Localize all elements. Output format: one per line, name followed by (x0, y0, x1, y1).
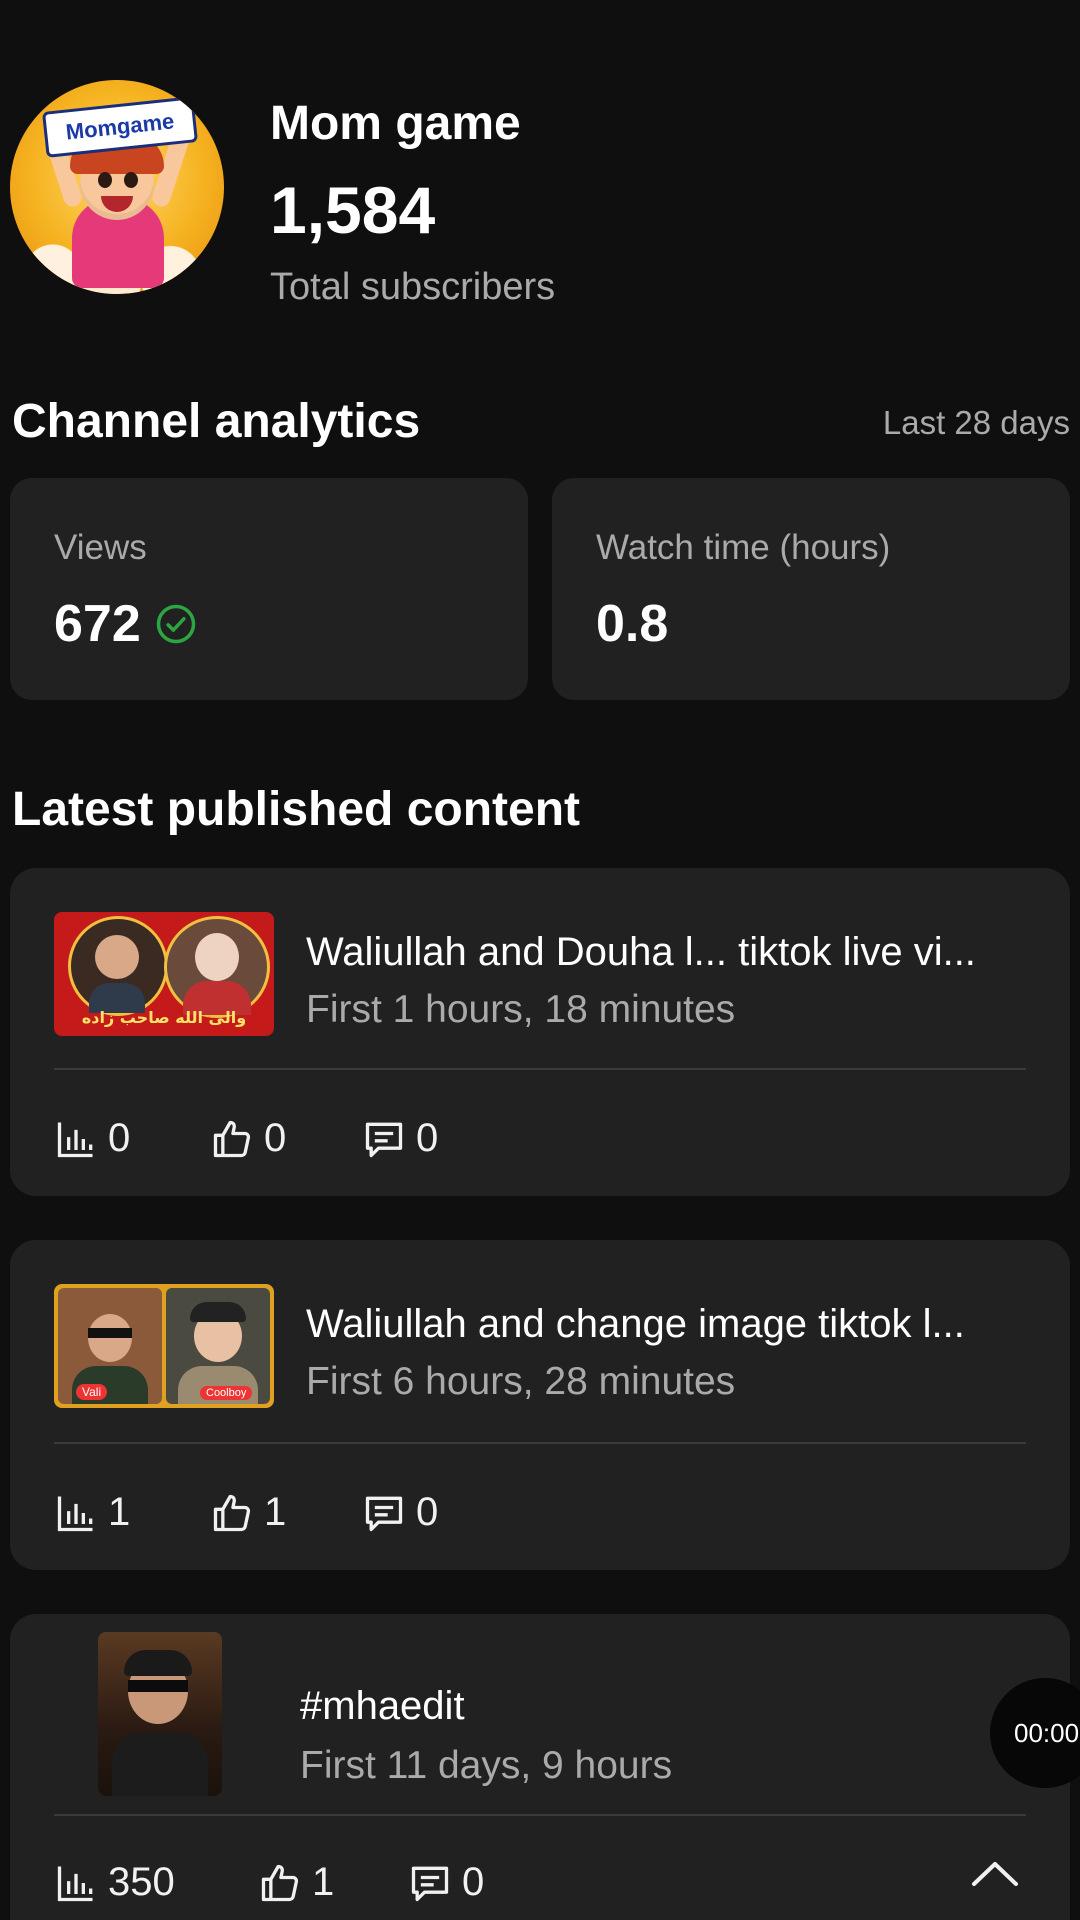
comments-count: 0 (416, 1490, 439, 1534)
comments-metric: 0 (408, 1860, 484, 1905)
watch-time-value-row: 0.8 (596, 594, 668, 654)
views-metric: 1 (54, 1490, 130, 1535)
likes-metric: 1 (210, 1490, 286, 1535)
content-item[interactable]: #mhaedit First 11 days, 9 hours 350 1 0 (10, 1614, 1070, 1920)
thumbs-up-icon (261, 1864, 299, 1901)
watch-time-card[interactable]: Watch time (hours) 0.8 (552, 478, 1070, 700)
thumb-hair (190, 1302, 246, 1322)
comments-count: 0 (462, 1860, 485, 1904)
check-circle-icon (156, 604, 196, 644)
thumb-panel-left: Vali (58, 1288, 162, 1404)
divider (54, 1442, 1026, 1444)
likes-count: 1 (264, 1490, 287, 1534)
likes-metric: 0 (210, 1116, 286, 1161)
views-value: 672 (54, 595, 141, 653)
video-meta: First 1 hours, 18 minutes (306, 988, 736, 1031)
thumb-hair (124, 1650, 192, 1676)
video-meta: First 6 hours, 28 minutes (306, 1360, 736, 1403)
thumb-person-right (164, 916, 270, 1018)
thumb-panel-right: Coolboy (166, 1288, 270, 1404)
bar-chart-icon (57, 1496, 93, 1531)
avatar-eye (98, 172, 112, 188)
comment-icon (411, 1866, 449, 1901)
time-overlay-text: 00:00 (1014, 1717, 1080, 1748)
views-metric: 350 (54, 1860, 175, 1905)
video-title: Waliullah and Douha l... tiktok live vi.… (306, 930, 976, 974)
subscriber-label: Total subscribers (270, 266, 556, 308)
thumb-face (88, 1314, 132, 1362)
video-meta: First 11 days, 9 hours (300, 1744, 673, 1787)
avatar-eye (124, 172, 138, 188)
chevron-up-icon[interactable] (968, 1856, 1022, 1892)
thumb-face (195, 933, 239, 981)
video-thumbnail[interactable]: والی الله صاحب زاده (54, 912, 274, 1036)
comment-icon (365, 1496, 403, 1531)
likes-count: 0 (264, 1116, 287, 1160)
bar-chart-icon (57, 1122, 93, 1157)
latest-content-title: Latest published content (12, 783, 581, 836)
thumbs-up-icon (213, 1494, 251, 1531)
likes-metric: 1 (258, 1860, 334, 1905)
views-label: Views (54, 528, 147, 567)
thumb-sunglasses (88, 1328, 132, 1338)
watch-time-value: 0.8 (596, 595, 669, 653)
video-thumbnail[interactable]: Vali Coolboy (54, 1284, 274, 1408)
divider (54, 1068, 1026, 1070)
thumbs-up-icon (213, 1120, 251, 1157)
comments-metric: 0 (362, 1490, 438, 1535)
views-count: 0 (108, 1116, 131, 1160)
divider (54, 1814, 1026, 1816)
content-item[interactable]: Vali Coolboy Waliullah and change image … (10, 1240, 1070, 1570)
video-title: Waliullah and change image tiktok l... (306, 1302, 965, 1346)
thumb-caption: والی الله صاحب زاده (81, 1008, 247, 1027)
views-card[interactable]: Views 672 (10, 478, 528, 700)
likes-count: 1 (312, 1860, 335, 1904)
video-thumbnail[interactable] (98, 1632, 222, 1796)
thumb-jacket (112, 1732, 208, 1796)
analytics-period[interactable]: Last 28 days (883, 404, 1070, 442)
channel-avatar[interactable]: Momgame (10, 80, 224, 294)
thumb-tag-left: Vali (76, 1384, 108, 1400)
bar-chart-icon (57, 1866, 93, 1901)
comment-icon (365, 1122, 403, 1157)
thumb-person-left (68, 916, 168, 1016)
analytics-title: Channel analytics (12, 395, 421, 448)
comments-count: 0 (416, 1116, 439, 1160)
content-item[interactable]: والی الله صاحب زاده Waliullah and Douha … (10, 868, 1070, 1196)
analytics-page: Momgame Mom game 1,584 Total subscribers… (0, 0, 1080, 1920)
comments-metric: 0 (362, 1116, 438, 1161)
views-value-row: 672 (54, 594, 197, 654)
thumb-sunglasses (128, 1680, 188, 1692)
subscriber-count: 1,584 (270, 173, 436, 247)
views-metric: 0 (54, 1116, 130, 1161)
channel-name: Mom game (270, 97, 521, 150)
watch-time-label: Watch time (hours) (596, 528, 891, 567)
video-title: #mhaedit (300, 1684, 465, 1728)
views-count: 1 (108, 1490, 131, 1534)
views-count: 350 (108, 1860, 175, 1904)
thumb-tag-right: Coolboy (200, 1386, 253, 1400)
thumb-face (95, 935, 139, 979)
